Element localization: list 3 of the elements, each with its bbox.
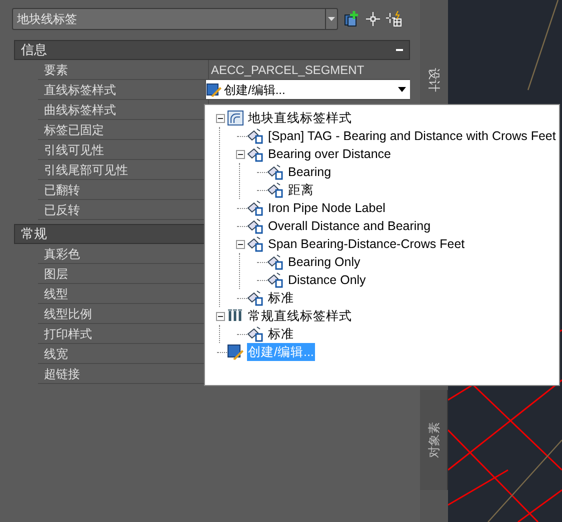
property-label: 要素 — [38, 60, 209, 79]
selector-value: 地块线标签 — [16, 11, 78, 28]
property-value: AECC_PARCEL_SEGMENT — [210, 62, 364, 78]
